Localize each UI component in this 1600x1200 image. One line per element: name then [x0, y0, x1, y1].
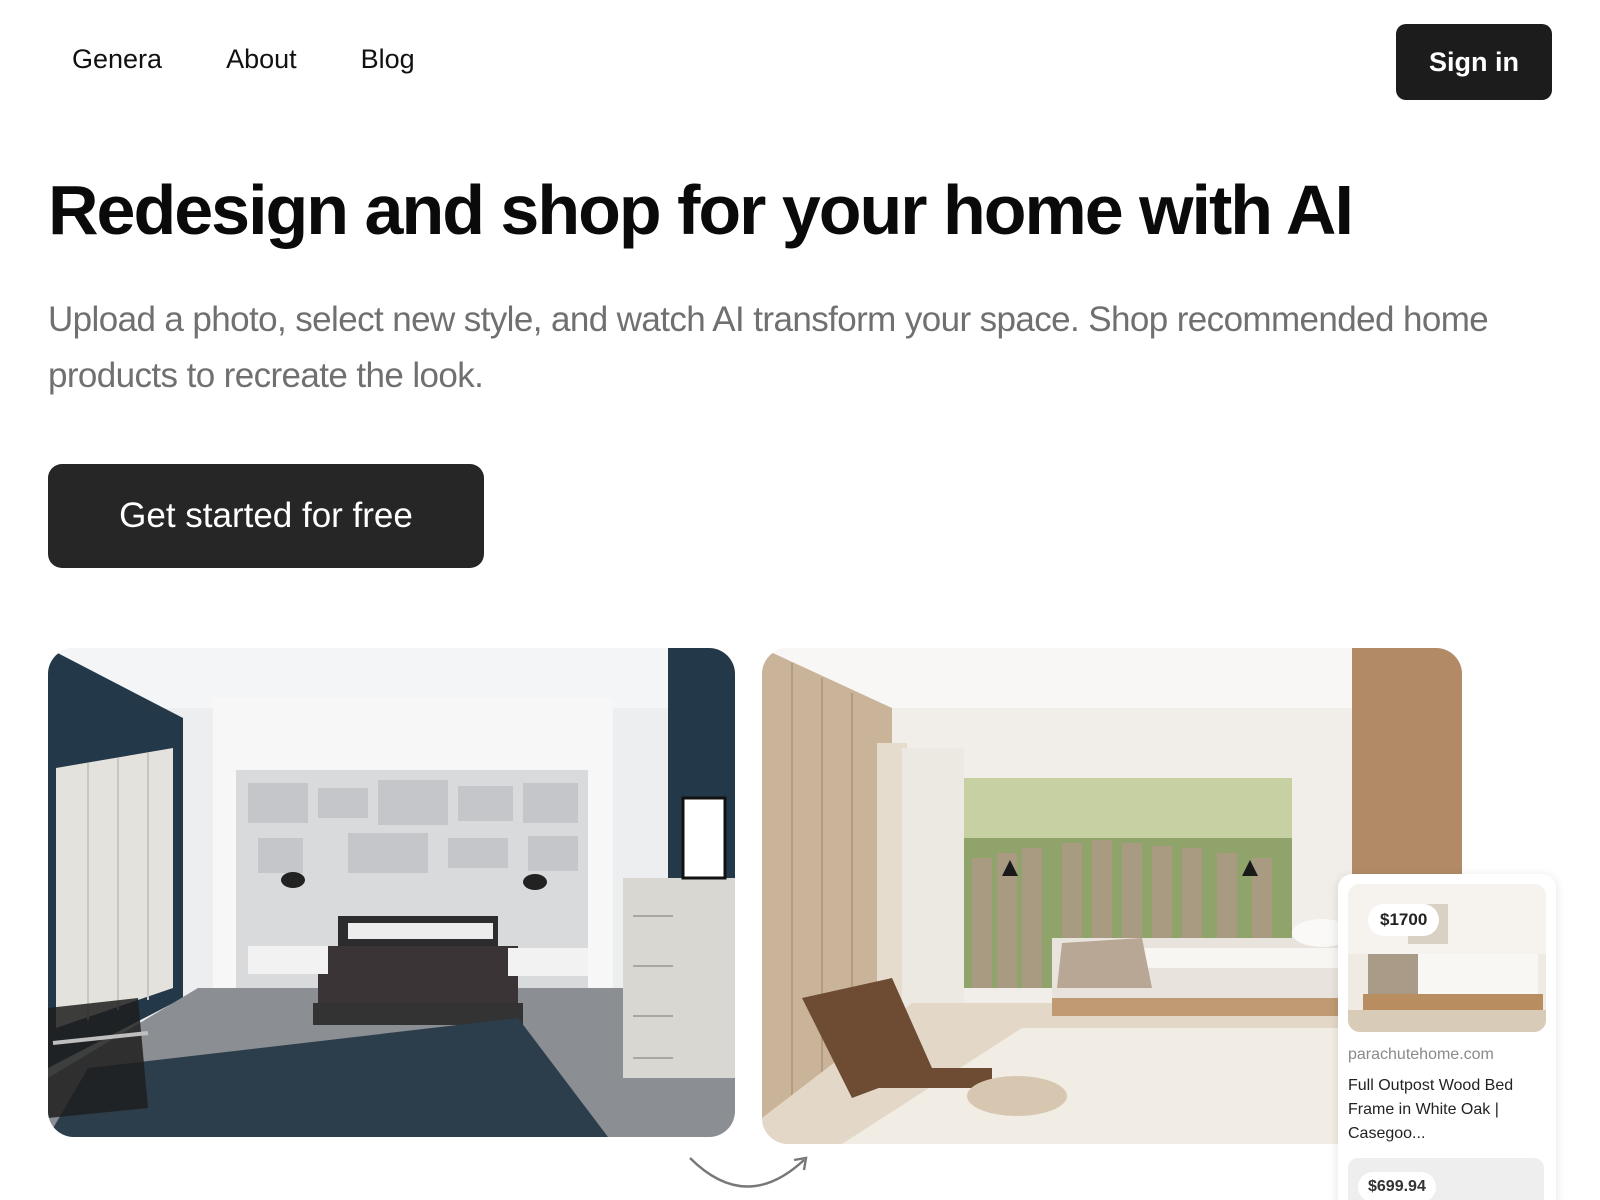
nav-link-about[interactable]: About	[226, 44, 297, 75]
product-card[interactable]: $1700 parachutehome.com Full Outpost Woo…	[1338, 874, 1556, 1200]
product-name[interactable]: Full Outpost Wood Bed Frame in White Oak…	[1348, 1074, 1548, 1146]
nav-link-blog[interactable]: Blog	[361, 44, 415, 75]
nav-link-genera[interactable]: Genera	[72, 44, 162, 75]
landing-page: Genera About Blog Sign in Redesign and s…	[0, 0, 1600, 1200]
product-domain: parachutehome.com	[1348, 1046, 1494, 1063]
product-thumbnail: $1700	[1348, 884, 1546, 1032]
top-nav: Genera About Blog Sign in	[0, 0, 1600, 124]
before-room-image	[48, 648, 735, 1137]
get-started-button[interactable]: Get started for free	[48, 464, 484, 568]
secondary-product-card[interactable]: $699.94	[1348, 1158, 1544, 1200]
hero-title: Redesign and shop for your home with AI	[48, 171, 1354, 249]
price-badge: $1700	[1368, 904, 1440, 936]
nav-links: Genera About Blog	[72, 44, 415, 75]
curved-arrow-icon	[689, 1156, 808, 1188]
secondary-price-badge: $699.94	[1358, 1172, 1436, 1200]
hero-subtitle: Upload a photo, select new style, and wa…	[48, 300, 1489, 395]
before-room-illustration	[48, 648, 735, 1137]
sign-in-button[interactable]: Sign in	[1396, 24, 1552, 100]
